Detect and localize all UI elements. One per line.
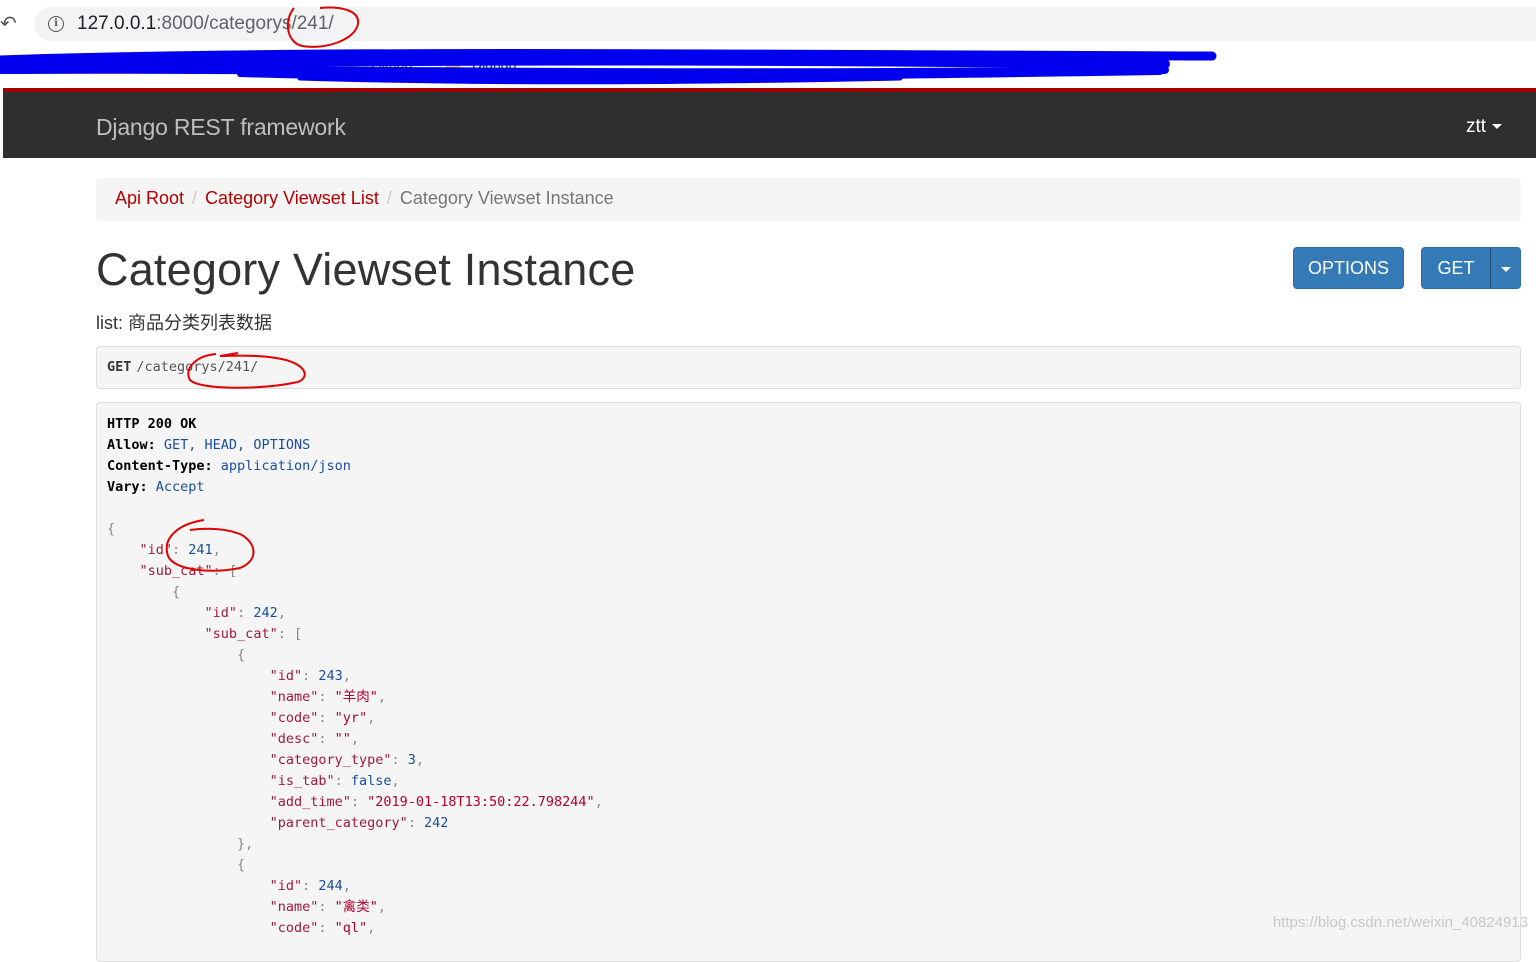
json-line: "id": 242, (204, 605, 286, 621)
navbar-brand[interactable]: Django REST framework (96, 114, 346, 141)
breadcrumb-api-root[interactable]: Api Root (115, 188, 184, 208)
response-status: HTTP 200 OK (107, 416, 197, 432)
json-line: }, (237, 836, 254, 852)
json-line: "add_time": "2019-01-18T13:50:22.798244"… (269, 794, 603, 810)
json-line: "parent_category": 242 (269, 815, 449, 831)
page-description: list: 商品分类列表数据 (96, 313, 273, 333)
breadcrumb-category-list[interactable]: Category Viewset List (205, 188, 379, 208)
response-header: Content-Type: application/json (107, 458, 351, 474)
caret-down-icon (1492, 124, 1502, 129)
json-line: "code": "yr", (269, 710, 376, 726)
breadcrumb-separator: / (192, 188, 198, 208)
bookmark-label: Django (472, 56, 517, 72)
bookmark-label: Github (371, 56, 413, 72)
breadcrumb-current: Category Viewset Instance (399, 188, 614, 208)
folder-icon (345, 59, 359, 70)
response-header: Vary: Accept (107, 479, 205, 495)
username: ztt (1465, 116, 1486, 137)
browser-address-bar: ↶ i 127.0.0.1:8000/categorys/241/ (0, 0, 1536, 48)
get-format-dropdown[interactable] (1490, 247, 1521, 289)
request-path: /categorys/241/ (136, 359, 259, 375)
json-line: { (172, 584, 181, 600)
json-line: { (237, 857, 246, 873)
back-arrow-icon[interactable]: ↶ (0, 12, 18, 36)
json-line: "category_type": 3, (269, 752, 425, 768)
response-header: Allow: GET, HEAD, OPTIONS (107, 437, 311, 453)
json-line: "id": 243, (269, 668, 351, 684)
breadcrumb-separator: / (386, 188, 392, 208)
bookmark-item[interactable]: Github (345, 56, 412, 72)
json-line: "id": 241, (139, 542, 221, 558)
info-icon[interactable]: i (48, 16, 64, 32)
url-text[interactable]: 127.0.0.1:8000/categorys/241/ (77, 13, 334, 35)
json-line: "name": "羊肉", (269, 689, 387, 705)
breadcrumb: Api Root / Category Viewset List / Category … (96, 178, 1521, 221)
json-line: "sub_cat": [ (204, 626, 303, 642)
json-line: "is_tab": false, (269, 773, 400, 789)
page-title: Category Viewset Instance (96, 244, 636, 295)
json-line: "desc": "", (269, 731, 360, 747)
json-line: "id": 244, (269, 878, 351, 894)
folder-icon (446, 59, 460, 70)
watermark: https://blog.csdn.net/weixin_40824913 (1272, 914, 1528, 931)
response-info: HTTP 200 OK Allow: GET, HEAD, OPTIONS Con… (96, 402, 1521, 962)
json-line: "sub_cat": [ (139, 563, 238, 579)
url-field[interactable]: i 127.0.0.1:8000/categorys/241/ (34, 7, 1536, 41)
request-info: GET/categorys/241/ (96, 346, 1521, 389)
get-button[interactable]: GET (1421, 247, 1491, 289)
bookmark-item[interactable]: Django (446, 56, 516, 72)
bookmarks-bar: Github Django (0, 48, 1536, 86)
request-method: GET (107, 359, 132, 375)
caret-down-icon (1500, 267, 1511, 272)
json-line: { (237, 647, 246, 663)
navbar: Django REST framework ztt (3, 88, 1536, 158)
json-line: { (107, 521, 116, 537)
options-button[interactable]: OPTIONS (1293, 247, 1404, 289)
user-menu[interactable]: ztt (1466, 116, 1502, 138)
